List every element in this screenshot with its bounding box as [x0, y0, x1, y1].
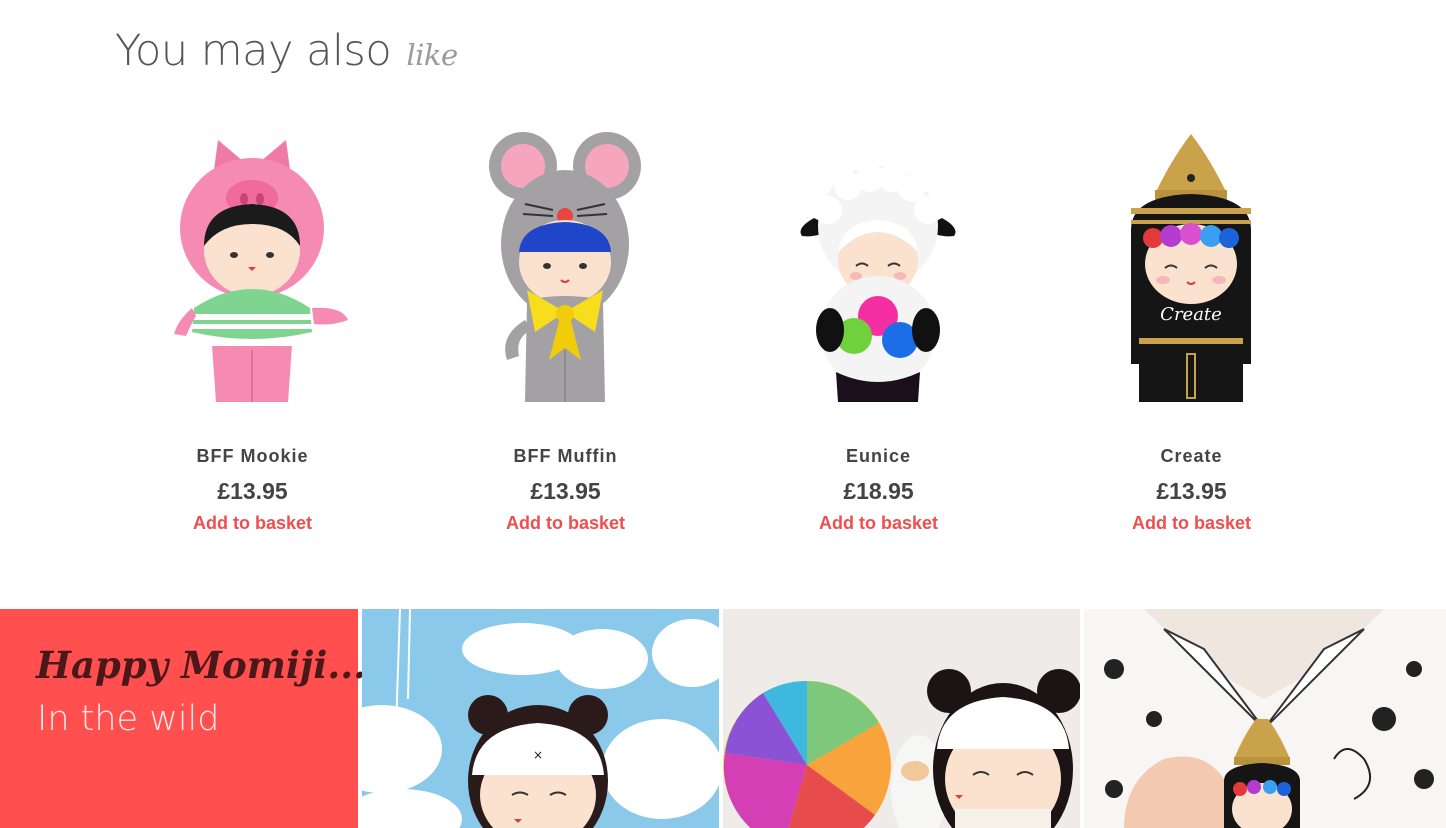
product-image-eunice[interactable] — [778, 120, 978, 410]
section-heading: You may also like — [115, 26, 458, 76]
product-price: £18.95 — [843, 478, 914, 504]
wild-photo[interactable] — [723, 609, 1080, 828]
add-to-basket-link[interactable]: Add to basket — [722, 513, 1035, 534]
product-card: Eunice £18.95 Add to basket — [722, 120, 1035, 540]
wild-photo[interactable]: × — [362, 609, 719, 828]
add-to-basket-link[interactable]: Add to basket — [409, 513, 722, 534]
sweater-word: Create — [1160, 304, 1222, 325]
product-card: BFF Muffin £13.95 Add to basket — [409, 120, 722, 540]
related-products: BFF Mookie £13.95 Add to basket BFF Muff… — [96, 120, 1350, 550]
in-the-wild-intro: Happy Momiji... In the wild — [0, 609, 366, 828]
wild-subtitle: In the wild — [37, 699, 220, 739]
product-image-bff-mookie[interactable] — [152, 120, 352, 410]
in-the-wild-section: Happy Momiji... In the wild × — [0, 609, 1446, 828]
heading-script: like — [406, 38, 458, 72]
heading-main: You may also — [115, 26, 392, 76]
product-image-create[interactable]: Create — [1091, 120, 1291, 410]
product-name[interactable]: Eunice — [722, 446, 1035, 467]
svg-text:×: × — [533, 748, 543, 762]
add-to-basket-link[interactable]: Add to basket — [1035, 513, 1348, 534]
product-name[interactable]: Create — [1035, 446, 1348, 467]
wild-photo[interactable] — [1084, 609, 1446, 828]
product-card: BFF Mookie £13.95 Add to basket — [96, 120, 409, 540]
product-price: £13.95 — [1156, 478, 1227, 504]
product-price: £13.95 — [530, 478, 601, 504]
product-image-bff-muffin[interactable] — [465, 120, 665, 410]
add-to-basket-link[interactable]: Add to basket — [96, 513, 409, 534]
product-name[interactable]: BFF Muffin — [409, 446, 722, 467]
product-card: Create Create £13.95 Add to basket — [1035, 120, 1348, 540]
product-name[interactable]: BFF Mookie — [96, 446, 409, 467]
wild-title: Happy Momiji... — [36, 643, 366, 687]
product-price: £13.95 — [217, 478, 288, 504]
